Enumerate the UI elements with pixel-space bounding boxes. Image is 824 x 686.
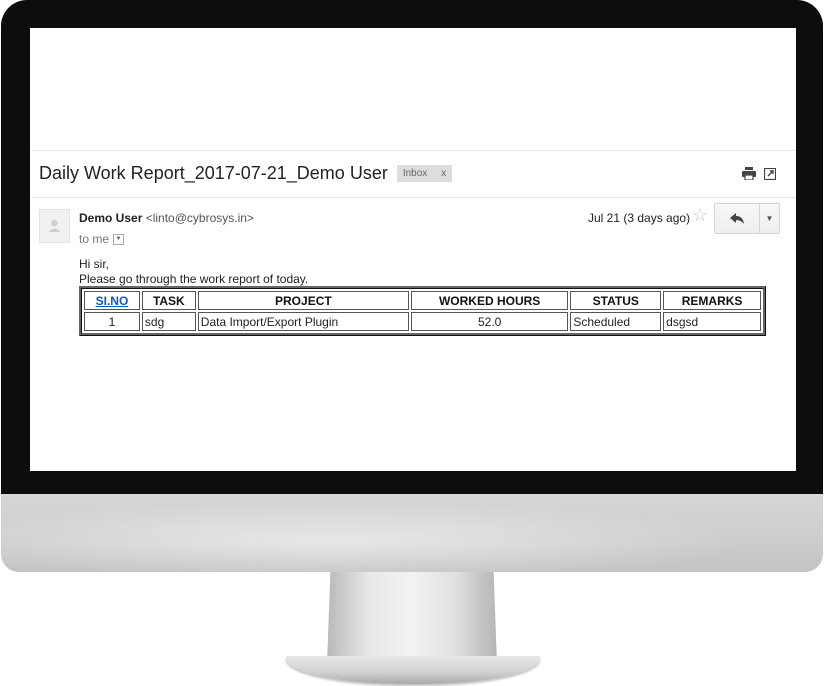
sender-name[interactable]: Demo User <box>79 211 142 225</box>
divider <box>30 197 796 198</box>
email-date: Jul 21 (3 days ago) <box>588 211 691 225</box>
monitor-stand-neck <box>327 572 497 664</box>
table-header-row: SI.NO TASK PROJECT WORKED HOURS STATUS R… <box>84 291 761 310</box>
monitor-stand-base <box>286 656 540 684</box>
divider <box>30 150 796 151</box>
reply-button[interactable] <box>715 204 760 233</box>
cell-sino: 1 <box>84 312 140 331</box>
intro-text: Please go through the work report of tod… <box>79 272 309 286</box>
sender-email: <linto@cybrosys.in> <box>145 211 254 225</box>
cell-status: Scheduled <box>570 312 662 331</box>
show-details-icon[interactable]: ▼ <box>113 233 125 245</box>
email-subject: Daily Work Report_2017-07-21_Demo User <box>39 162 388 183</box>
cell-project: Data Import/Export Plugin <box>197 312 409 331</box>
email-body: Hi sir, Please go through the work repor… <box>79 257 308 287</box>
remove-label-button[interactable]: x <box>441 168 446 179</box>
greeting-text: Hi sir, <box>79 257 109 271</box>
reply-icon <box>730 213 744 224</box>
recipient-line: to me ▼ <box>79 232 125 246</box>
cell-remarks: dsgsd <box>663 312 761 331</box>
cell-task: sdg <box>141 312 196 331</box>
sender-line: Demo User <linto@cybrosys.in> <box>79 211 254 225</box>
cell-worked-hours: 52.0 <box>410 312 569 331</box>
default-avatar-icon <box>39 209 70 243</box>
star-icon[interactable]: ☆ <box>692 206 708 224</box>
work-report-table: SI.NO TASK PROJECT WORKED HOURS STATUS R… <box>79 286 766 336</box>
monitor-chin <box>1 494 823 572</box>
subject-actions <box>742 167 776 180</box>
chevron-down-icon: ▼ <box>765 214 774 223</box>
subject-row: Daily Work Report_2017-07-21_Demo User I… <box>39 161 453 185</box>
column-header-project: PROJECT <box>197 291 409 310</box>
column-header-sino[interactable]: SI.NO <box>84 291 140 310</box>
column-header-worked-hours: WORKED HOURS <box>410 291 569 310</box>
inbox-label-chip[interactable]: Inbox x <box>396 164 453 182</box>
column-header-task: TASK <box>141 291 196 310</box>
recipient-text: to me <box>79 232 110 246</box>
email-view: Daily Work Report_2017-07-21_Demo User I… <box>30 28 796 471</box>
monitor-frame: Daily Work Report_2017-07-21_Demo User I… <box>0 0 824 686</box>
column-header-remarks: REMARKS <box>663 291 761 310</box>
print-icon[interactable] <box>742 167 756 180</box>
inbox-label-text: Inbox <box>402 167 428 179</box>
open-in-new-window-icon[interactable] <box>764 167 776 180</box>
more-actions-button[interactable]: ▼ <box>760 204 779 233</box>
table-row: 1 sdg Data Import/Export Plugin 52.0 Sch… <box>84 312 761 331</box>
reply-button-group: ▼ <box>714 203 780 234</box>
column-header-status: STATUS <box>570 291 662 310</box>
